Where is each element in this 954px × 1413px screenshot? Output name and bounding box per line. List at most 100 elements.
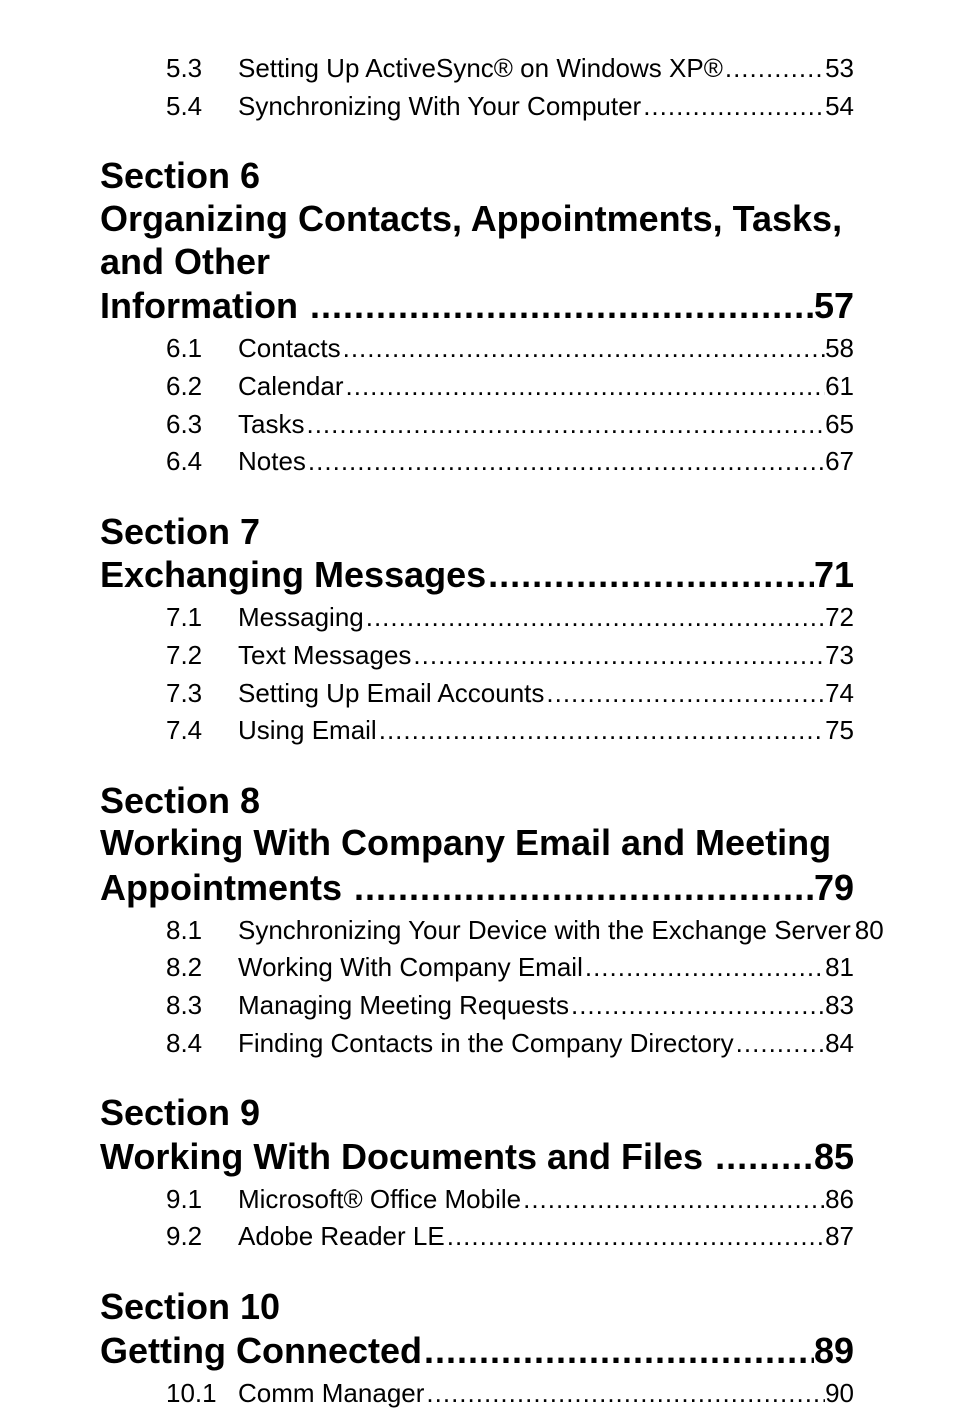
toc-sub-page: 87 <box>825 1218 854 1256</box>
toc-sub-number: 8.3 <box>166 987 238 1025</box>
toc-sub-number: 7.2 <box>166 637 238 675</box>
toc-sub-list: 6.1Contacts.............................… <box>100 330 854 481</box>
toc-sub-number: 6.4 <box>166 443 238 481</box>
section-title-label: Working With Documents and Files <box>100 1134 713 1179</box>
section-title-label: Information <box>100 283 308 328</box>
section-title-entry: Getting Connected.......................… <box>100 1328 854 1373</box>
toc-sub-label: Using Email <box>238 712 377 750</box>
toc-sub-entry: 6.1Contacts.............................… <box>100 330 854 368</box>
section-title-page: 79 <box>814 865 854 910</box>
toc-sub-page: 67 <box>825 443 854 481</box>
toc-sub-number: 6.3 <box>166 406 238 444</box>
toc-sub-page: 61 <box>825 368 854 406</box>
toc-sub-entry: 6.2Calendar.............................… <box>100 368 854 406</box>
dot-leader: ........................................… <box>352 865 814 910</box>
toc-sub-label: Adobe Reader LE <box>238 1218 445 1256</box>
toc-sub-label: Contacts <box>238 330 341 368</box>
section-heading: Section 6 <box>100 155 854 196</box>
toc-sub-list: 7.1Messaging............................… <box>100 599 854 750</box>
toc-sub-page: 74 <box>825 675 854 713</box>
toc-sub-page: 84 <box>825 1025 854 1063</box>
dot-leader: ........................................… <box>713 1134 814 1179</box>
section-title-entry: Working With Documents and Files .......… <box>100 1134 854 1179</box>
section-title-label: Getting Connected <box>100 1328 422 1373</box>
toc-sub-page: 72 <box>825 599 854 637</box>
dot-leader: ........................................… <box>308 283 814 328</box>
toc-sub-number: 6.2 <box>166 368 238 406</box>
toc-sub-page: 73 <box>825 637 854 675</box>
toc-sub-list: 9.1Microsoft® Office Mobile.............… <box>100 1181 854 1256</box>
toc-sub-label: Notes <box>238 443 306 481</box>
dot-leader: ........................................… <box>377 712 825 750</box>
section-title-label: Exchanging Messages <box>100 552 486 597</box>
toc-sub-page: 80 <box>855 912 884 950</box>
toc-sub-entry: 10.1Comm Manager........................… <box>100 1375 854 1413</box>
dot-leader: ........................................… <box>424 1375 825 1413</box>
toc-sub-label: Comm Manager <box>238 1375 424 1413</box>
toc-sub-label: Working With Company Email <box>238 949 583 987</box>
toc-sub-number: 7.3 <box>166 675 238 713</box>
toc-sub-label: Tasks <box>238 406 304 444</box>
toc-sub-number: 5.4 <box>166 88 238 126</box>
toc-sub-page: 86 <box>825 1181 854 1219</box>
toc-sub-page: 53 <box>825 50 854 88</box>
section-title-line: Working With Company Email and Meeting <box>100 821 854 864</box>
section-title-page: 85 <box>814 1134 854 1179</box>
toc-sub-page: 90 <box>825 1375 854 1413</box>
toc-sub-label: Setting Up Email Accounts <box>238 675 544 713</box>
section-title-page: 89 <box>814 1328 854 1373</box>
toc-sub-label: Finding Contacts in the Company Director… <box>238 1025 734 1063</box>
toc-sub-page: 58 <box>825 330 854 368</box>
section-title-entry: Exchanging Messages.....................… <box>100 552 854 597</box>
section-title-entry: Appointments ...........................… <box>100 865 854 910</box>
dot-leader: ........................................… <box>569 987 825 1025</box>
dot-leader: ........................................… <box>486 552 814 597</box>
toc-sub-entry: 6.4Notes................................… <box>100 443 854 481</box>
section-title-entry: Information ............................… <box>100 283 854 328</box>
toc-sub-label: Messaging <box>238 599 364 637</box>
toc-sub-entry: 9.1Microsoft® Office Mobile.............… <box>100 1181 854 1219</box>
toc-sub-entry: 8.4Finding Contacts in the Company Direc… <box>100 1025 854 1063</box>
toc-sub-list: 10.1Comm Manager........................… <box>100 1375 854 1413</box>
dot-leader: ........................................… <box>422 1328 814 1373</box>
dot-leader: ........................................… <box>304 406 825 444</box>
toc-sub-label: Calendar <box>238 368 344 406</box>
toc-sub-number: 9.1 <box>166 1181 238 1219</box>
dot-leader: ........................................… <box>445 1218 825 1256</box>
dot-leader: ........................................… <box>521 1181 825 1219</box>
toc-sub-page: 54 <box>825 88 854 126</box>
section-title-page: 71 <box>814 552 854 597</box>
toc-sub-page: 65 <box>825 406 854 444</box>
dot-leader: ........................................… <box>641 88 825 126</box>
section-heading: Section 8 <box>100 780 854 821</box>
toc-sub-entry: 8.3Managing Meeting Requests............… <box>100 987 854 1025</box>
dot-leader: ........................................… <box>583 949 825 987</box>
table-of-contents: 5.3Setting Up ActiveSync® on Windows XP®… <box>100 50 854 1412</box>
toc-sub-entry: 8.1Synchronizing Your Device with the Ex… <box>100 912 854 950</box>
toc-sub-label: Microsoft® Office Mobile <box>238 1181 521 1219</box>
dot-leader: ........................................… <box>341 330 825 368</box>
section-title-line: Organizing Contacts, Appointments, Tasks… <box>100 197 854 283</box>
section-heading: Section 9 <box>100 1092 854 1133</box>
toc-sub-label: Synchronizing Your Device with the Excha… <box>238 912 851 950</box>
toc-sub-entry: 7.3Setting Up Email Accounts............… <box>100 675 854 713</box>
toc-sub-entry: 5.4Synchronizing With Your Computer.....… <box>100 88 854 126</box>
toc-sub-number: 7.4 <box>166 712 238 750</box>
toc-sub-label: Text Messages <box>238 637 411 675</box>
toc-sub-list: 8.1Synchronizing Your Device with the Ex… <box>100 912 854 1063</box>
toc-sub-page: 83 <box>825 987 854 1025</box>
section-heading: Section 7 <box>100 511 854 552</box>
section-title-label: Appointments <box>100 865 352 910</box>
toc-sub-number: 10.1 <box>166 1375 238 1413</box>
section-heading: Section 10 <box>100 1286 854 1327</box>
toc-sub-page: 81 <box>825 949 854 987</box>
toc-sub-entry: 6.3Tasks................................… <box>100 406 854 444</box>
dot-leader: ........................................… <box>734 1025 825 1063</box>
dot-leader: ........................................… <box>344 368 826 406</box>
dot-leader: ........................................… <box>723 50 825 88</box>
toc-sub-entry: 7.4Using Email..........................… <box>100 712 854 750</box>
toc-sub-entry: 9.2Adobe Reader LE......................… <box>100 1218 854 1256</box>
toc-sub-label: Synchronizing With Your Computer <box>238 88 641 126</box>
toc-sub-number: 9.2 <box>166 1218 238 1256</box>
toc-sub-entry: 7.1Messaging............................… <box>100 599 854 637</box>
